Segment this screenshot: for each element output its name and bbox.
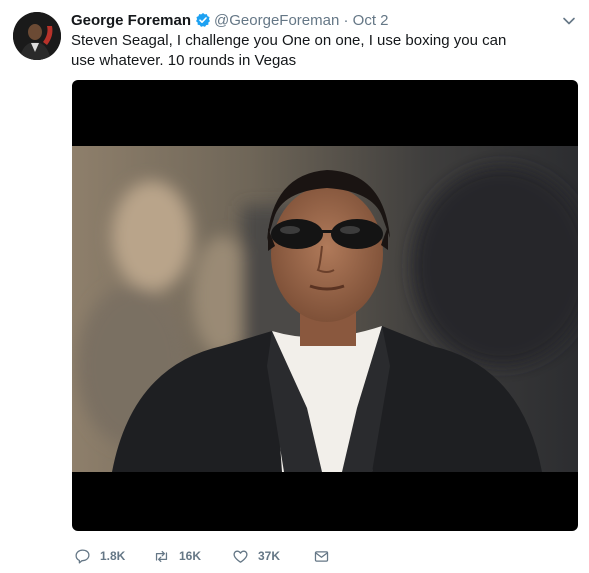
tweet-header: George Foreman @GeorgeForeman · Oct 2 xyxy=(71,11,389,31)
author-name[interactable]: George Foreman xyxy=(71,12,191,29)
chevron-down-icon[interactable] xyxy=(562,14,576,28)
tweet-media[interactable] xyxy=(72,80,578,531)
retweet-button[interactable]: 16K xyxy=(153,546,201,566)
like-count: 37K xyxy=(258,549,281,563)
photo-man-sunglasses-suit-icon xyxy=(72,146,578,472)
verified-badge-icon xyxy=(196,13,211,27)
tweet-text: Steven Seagal, I challenge you One on on… xyxy=(71,32,507,69)
retweet-icon xyxy=(155,550,168,562)
reply-count: 1.8K xyxy=(100,549,126,563)
retweet-count: 16K xyxy=(179,549,202,563)
reply-button[interactable]: 1.8K xyxy=(74,546,125,566)
like-button[interactable]: 37K xyxy=(232,546,280,566)
tweet-card: George Foreman @GeorgeForeman · Oct 2 Ste… xyxy=(0,0,589,573)
reply-icon xyxy=(75,548,90,564)
person-avatar-icon xyxy=(13,12,61,60)
envelope-icon xyxy=(314,550,329,562)
direct-message-button[interactable] xyxy=(313,546,339,566)
author-handle[interactable]: @GeorgeForeman xyxy=(214,12,339,29)
tweet-date[interactable]: Oct 2 xyxy=(353,12,389,29)
heart-icon xyxy=(233,550,248,563)
separator-dot: · xyxy=(343,12,349,29)
author-avatar[interactable] xyxy=(13,12,61,60)
